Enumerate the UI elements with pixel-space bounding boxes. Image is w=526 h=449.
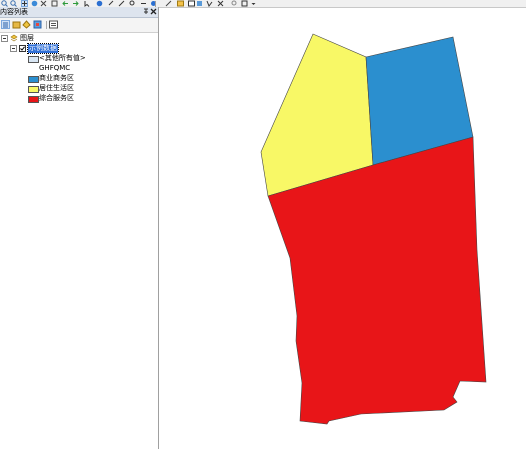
collapse-icon[interactable] [10,45,17,52]
goto-xy-icon[interactable] [140,0,147,7]
legend-swatch-commercial[interactable] [28,76,39,83]
list-by-drawing-order-icon[interactable] [1,20,10,29]
checkmark-icon [20,46,25,51]
xy-icon[interactable] [217,0,224,7]
tree-root-layers[interactable]: 图层 [0,34,158,43]
find-icon[interactable] [129,0,136,7]
legend-field-name: GHFQMC [39,64,71,72]
toolbar-separator [46,21,47,29]
map-view[interactable] [159,8,526,449]
list-by-visibility-icon[interactable] [22,20,31,29]
zoom-in-icon[interactable] [1,0,8,7]
collapse-icon[interactable] [1,35,8,42]
full-extent-icon[interactable] [51,0,58,7]
tree-layer-row[interactable]: 示例数据 [0,43,158,54]
legend-item-row[interactable]: 商业商务区 [0,74,158,83]
layers-icon [10,34,18,42]
options-icon[interactable] [49,20,58,29]
toc-title: 内容列表 [0,8,28,16]
table-icon[interactable] [188,0,195,7]
table-of-contents-panel: 内容列表 图层 示例数据 <其他所有值> GHFQMC 商业商务区 居住生活区 [0,7,159,449]
edit-tool-icon[interactable] [165,0,172,7]
layer-visibility-checkbox[interactable] [19,45,26,52]
layer-name[interactable]: 示例数据 [27,43,59,54]
legend-other-values-row[interactable]: <其他所有值> [0,54,158,63]
zoom-out-icon[interactable] [10,0,17,7]
legend-swatch-residential[interactable] [28,86,39,93]
pin-icon[interactable] [143,8,149,15]
legend-item-row[interactable]: 居住生活区 [0,84,158,93]
fixed-zoom-icon[interactable] [40,0,47,7]
legend-field-row: GHFQMC [0,64,158,73]
map-canvas[interactable] [159,8,526,449]
forward-arrow-icon[interactable] [72,0,79,7]
list-by-selection-icon[interactable] [33,20,42,29]
back-arrow-icon[interactable] [62,0,69,7]
legend-other-values-label: <其他所有值> [39,54,86,62]
sketch-icon[interactable] [206,0,213,7]
list-by-source-icon[interactable] [12,20,21,29]
globe-icon[interactable] [31,0,38,7]
legend-item-label: 居住生活区 [39,84,74,92]
select-arrow-icon[interactable] [84,0,91,7]
pan-icon[interactable] [21,0,28,7]
attributes-icon[interactable] [196,0,203,7]
identify-icon[interactable] [96,0,103,7]
hyperlink-icon[interactable] [108,0,115,7]
legend-swatch-service[interactable] [28,96,39,103]
toc-toolbar [0,18,158,33]
layout-icon[interactable] [241,0,248,7]
dropdown-arrow-icon[interactable] [250,0,257,7]
legend-item-label: 商业商务区 [39,74,74,82]
legend-item-row[interactable]: 综合服务区 [0,94,158,103]
layers-root-label: 图层 [20,34,34,42]
legend-swatch-other[interactable] [28,56,39,63]
select-features-icon[interactable] [177,0,184,7]
search-icon[interactable] [231,0,238,7]
measure-icon[interactable] [118,0,125,7]
toc-title-bar: 内容列表 [0,7,158,18]
close-icon[interactable] [150,8,157,15]
legend-item-label: 综合服务区 [39,94,74,102]
